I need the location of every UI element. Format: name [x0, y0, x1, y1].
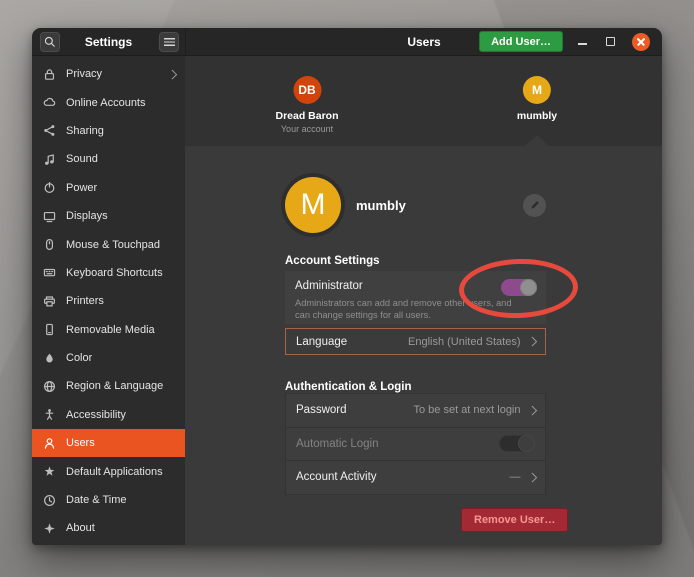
lock-icon — [42, 67, 57, 82]
sidebar-item-printers[interactable]: Printers — [32, 287, 185, 315]
window-controls — [576, 33, 650, 51]
account-settings-heading: Account Settings — [285, 255, 380, 267]
sidebar-item-keyboard-shortcuts[interactable]: Keyboard Shortcuts — [32, 259, 185, 287]
search-button[interactable] — [40, 32, 60, 52]
hamburger-icon — [164, 38, 175, 46]
titlebar-right: Users Add User… — [186, 28, 662, 55]
sidebar-item-accessibility[interactable]: Accessibility — [32, 401, 185, 429]
music-note-icon — [42, 152, 57, 167]
pencil-icon — [529, 199, 541, 211]
account-activity-label: Account Activity — [296, 471, 377, 483]
sidebar-item-displays[interactable]: Displays — [32, 202, 185, 230]
add-user-button[interactable]: Add User… — [479, 31, 563, 52]
window-body: Privacy Online Accounts Sharing Sound — [32, 56, 662, 545]
chevron-right-icon — [527, 406, 536, 415]
account-activity-row[interactable]: Account Activity — — [286, 460, 545, 494]
sidebar-item-date-time[interactable]: Date & Time — [32, 486, 185, 514]
profile-name: mumbly — [356, 198, 406, 213]
password-value: To be set at next login — [413, 404, 520, 416]
accessibility-icon — [42, 407, 57, 422]
administrator-label: Administrator — [295, 280, 363, 292]
menu-button[interactable] — [159, 32, 179, 52]
printer-icon — [42, 294, 57, 309]
search-icon — [43, 35, 57, 49]
share-icon — [42, 123, 57, 138]
user-details: M mumbly Account Settings Administrator … — [185, 146, 662, 545]
user-icon — [42, 436, 57, 451]
user-subtitle: Your account — [275, 124, 338, 134]
user-name: mumbly — [517, 110, 557, 122]
desktop-background: Settings Users Add User… Privacy — [0, 0, 694, 577]
avatar: M — [523, 76, 551, 104]
profile-row: M mumbly — [285, 173, 546, 237]
account-activity-value: — — [510, 471, 521, 483]
avatar: M — [285, 177, 341, 233]
sidebar: Privacy Online Accounts Sharing Sound — [32, 56, 185, 545]
maximize-button[interactable] — [604, 35, 616, 49]
removable-media-icon — [42, 322, 57, 337]
automatic-login-toggle[interactable] — [499, 435, 535, 452]
carousel-user-mumbly[interactable]: M mumbly — [517, 76, 557, 122]
titlebar-left: Settings — [32, 28, 186, 55]
automatic-login-row: Automatic Login — [286, 427, 545, 461]
sparkle-icon — [42, 521, 57, 536]
chevron-right-icon — [527, 473, 536, 482]
titlebar: Settings Users Add User… — [32, 28, 662, 56]
clock-icon — [42, 493, 57, 508]
keyboard-icon — [42, 265, 57, 280]
administrator-row: Administrator Administrators can add and… — [285, 271, 546, 324]
user-name: Dread Baron — [275, 110, 338, 122]
avatar: DB — [293, 76, 321, 104]
power-icon — [42, 180, 57, 195]
toggle-knob-icon — [518, 435, 535, 452]
sidebar-item-default-applications[interactable]: Default Applications — [32, 457, 185, 485]
color-drop-icon — [42, 351, 57, 366]
sidebar-item-sharing[interactable]: Sharing — [32, 117, 185, 145]
maximize-icon — [606, 37, 615, 46]
sidebar-item-privacy[interactable]: Privacy — [32, 60, 185, 88]
sidebar-item-region-language[interactable]: Region & Language — [32, 372, 185, 400]
administrator-toggle[interactable] — [501, 279, 537, 296]
globe-icon — [42, 379, 57, 394]
password-row[interactable]: Password To be set at next login — [286, 394, 545, 427]
sidebar-item-online-accounts[interactable]: Online Accounts — [32, 88, 185, 116]
chevron-right-icon — [527, 337, 536, 346]
settings-window: Settings Users Add User… Privacy — [32, 28, 662, 545]
automatic-login-label: Automatic Login — [296, 438, 378, 450]
sidebar-item-removable-media[interactable]: Removable Media — [32, 316, 185, 344]
sidebar-title: Settings — [85, 35, 132, 49]
edit-name-button[interactable] — [523, 194, 546, 217]
sidebar-item-about[interactable]: About — [32, 514, 185, 542]
user-carousel: DB Dread Baron Your account M mumbly — [185, 56, 662, 146]
mouse-icon — [42, 237, 57, 252]
administrator-description: Administrators can add and remove other … — [295, 298, 512, 321]
sidebar-item-users[interactable]: Users — [32, 429, 185, 457]
carousel-user-dread-baron[interactable]: DB Dread Baron Your account — [275, 76, 338, 134]
sidebar-item-color[interactable]: Color — [32, 344, 185, 372]
close-button[interactable] — [632, 33, 650, 51]
selected-user-pointer — [525, 135, 549, 146]
page-title: Users — [407, 35, 440, 49]
language-row[interactable]: Language English (United States) — [285, 328, 546, 355]
display-icon — [42, 209, 57, 224]
sidebar-item-sound[interactable]: Sound — [32, 145, 185, 173]
minimize-button[interactable] — [576, 35, 588, 49]
star-icon — [42, 464, 57, 479]
users-panel: DB Dread Baron Your account M mumbly M m… — [185, 56, 662, 545]
remove-user-button[interactable]: Remove User… — [461, 508, 568, 532]
minimize-icon — [578, 43, 587, 45]
password-label: Password — [296, 404, 347, 416]
auth-card: Password To be set at next login Automat… — [285, 393, 546, 495]
toggle-knob-icon — [520, 279, 537, 296]
sidebar-item-mouse-touchpad[interactable]: Mouse & Touchpad — [32, 230, 185, 258]
language-value: English (United States) — [408, 336, 521, 348]
chevron-right-icon — [167, 70, 176, 79]
language-label: Language — [296, 336, 347, 348]
sidebar-item-power[interactable]: Power — [32, 174, 185, 202]
cloud-icon — [42, 95, 57, 110]
auth-login-heading: Authentication & Login — [285, 381, 411, 393]
